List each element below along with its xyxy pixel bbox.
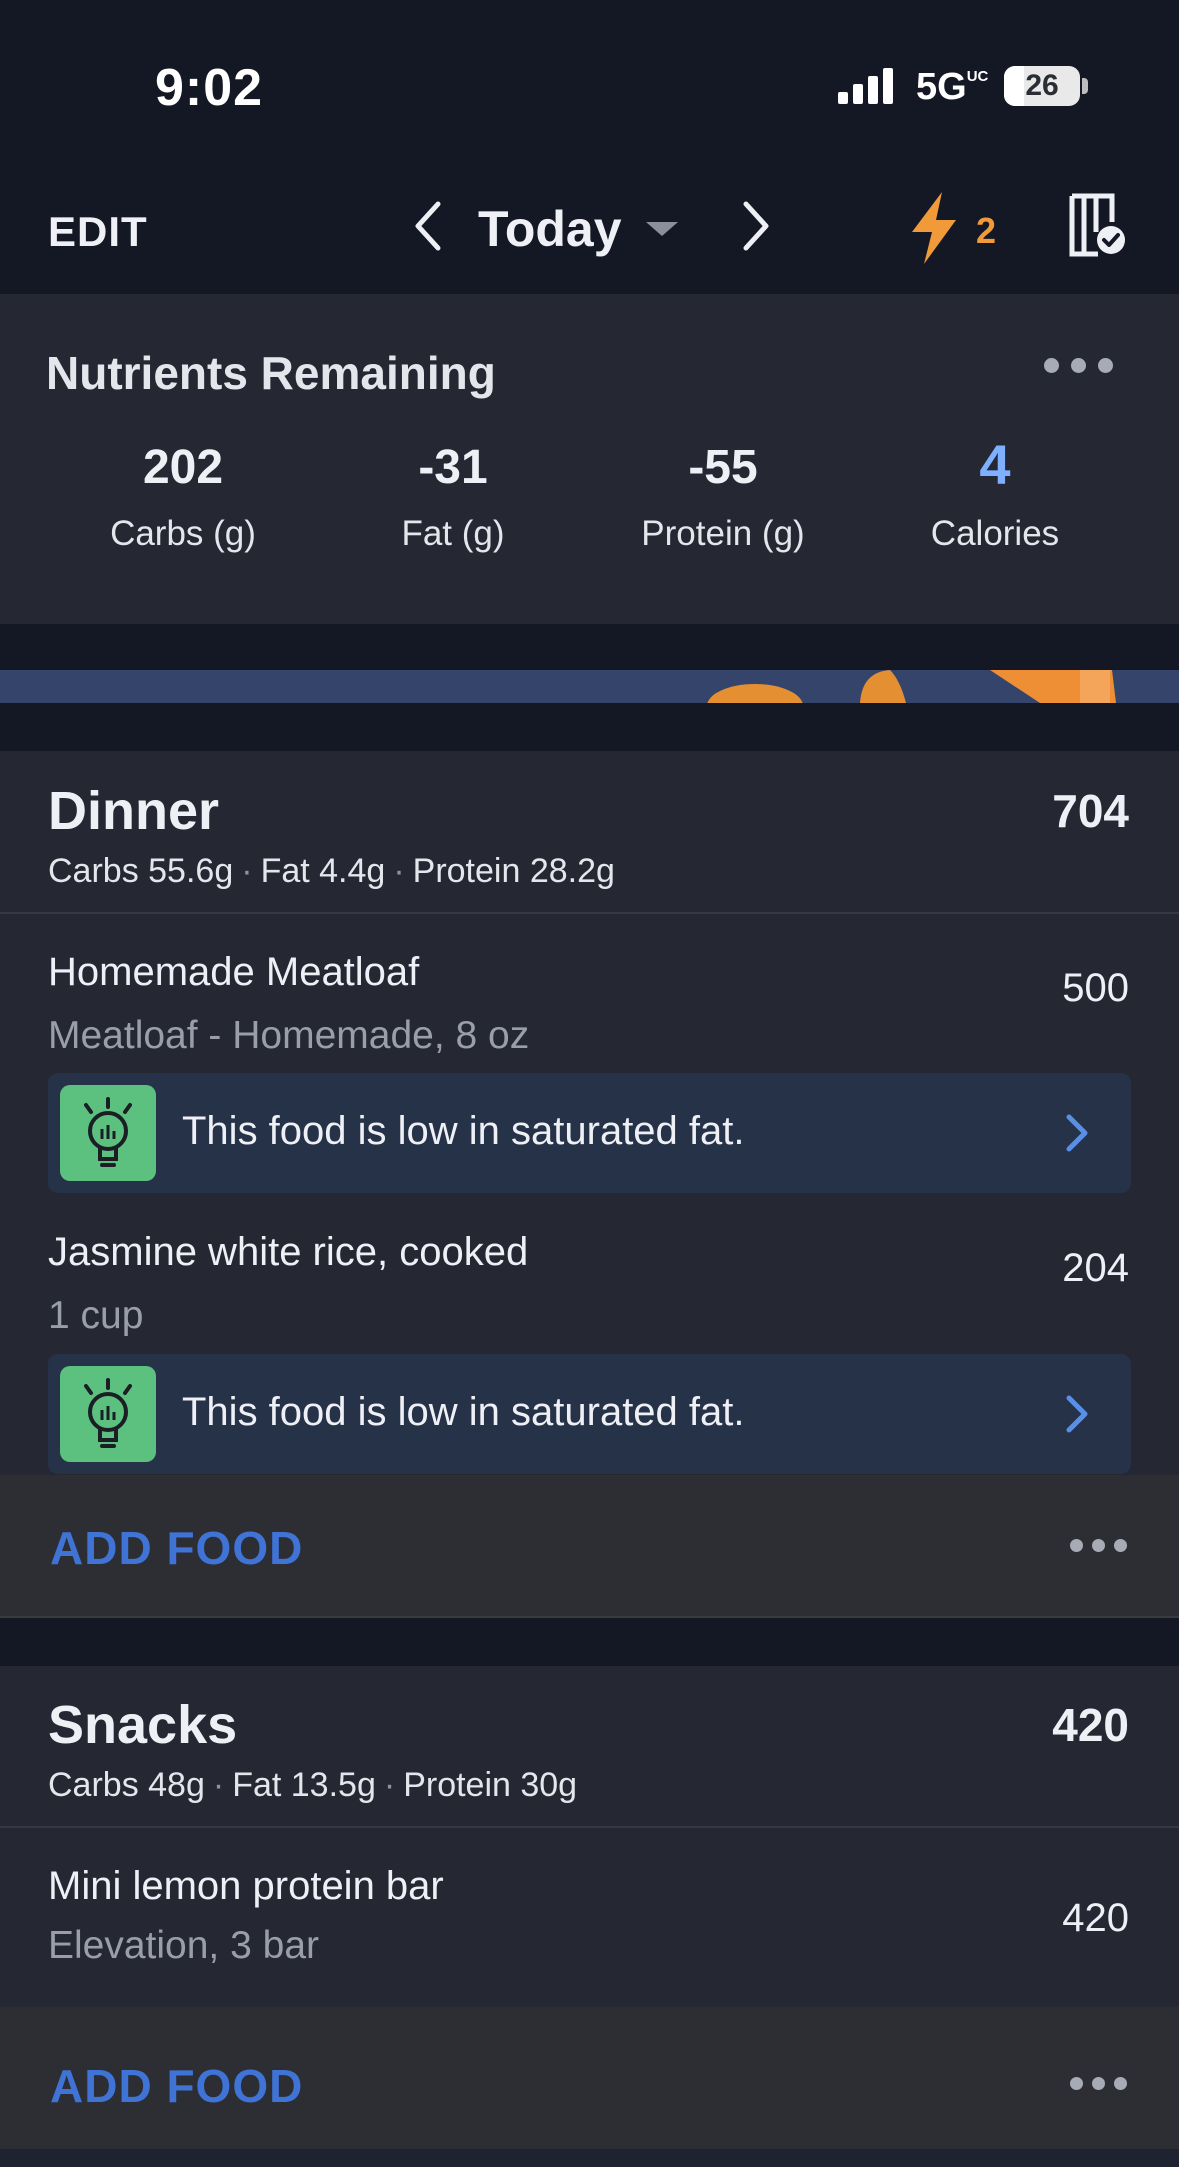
food-calories: 500 — [1062, 966, 1129, 1010]
nutrient-calories: 4 Calories — [870, 433, 1120, 554]
next-day-button[interactable] — [736, 196, 776, 261]
nutrients-title: Nutrients Remaining — [46, 347, 496, 399]
insight-tip[interactable]: This food is low in saturated fat. — [48, 1073, 1131, 1193]
chevron-right-icon — [743, 201, 769, 251]
more-options-icon[interactable] — [1044, 358, 1113, 373]
streak-count: 2 — [976, 210, 997, 251]
banner-illustration — [707, 670, 1116, 703]
macro-carbs: Carbs 48g — [48, 1766, 205, 1804]
nutrient-value: 202 — [142, 441, 224, 494]
food-item-protein-bar[interactable] — [0, 1828, 1179, 2007]
streak-button[interactable] — [906, 190, 962, 271]
meal-scan-button[interactable] — [1066, 192, 1128, 263]
promo-banner[interactable] — [0, 670, 1179, 703]
edit-button[interactable]: EDIT — [48, 208, 148, 256]
add-food-button[interactable]: ADD FOOD — [50, 1521, 303, 1575]
chevron-down-icon[interactable] — [646, 222, 678, 236]
macro-protein: Protein 30g — [403, 1766, 578, 1804]
status-time: 9:02 — [155, 59, 264, 117]
macro-protein: Protein 28.2g — [412, 852, 615, 890]
date-selector[interactable]: Today — [478, 200, 622, 258]
network-suffix: UC — [966, 68, 989, 85]
network-type: 5G — [916, 66, 967, 108]
nutrient-label: Fat (g) — [401, 514, 505, 553]
battery-icon: 26 — [1004, 66, 1080, 106]
add-food-button[interactable]: ADD FOOD — [50, 2059, 303, 2113]
macro-fat: Fat 4.4g — [260, 852, 386, 890]
meal-calories: 420 — [1052, 1699, 1129, 1751]
lightning-icon — [912, 192, 956, 264]
meal-macros: Carbs 55.6g · Fat 4.4g · Protein 28.2g — [48, 852, 615, 890]
chevron-right-icon — [1066, 1395, 1088, 1433]
battery-percent: 26 — [1025, 69, 1059, 102]
network-indicator: 5GUC — [916, 66, 989, 109]
tip-text: This food is low in saturated fat. — [182, 1390, 745, 1434]
macro-fat: Fat 13.5g — [232, 1766, 376, 1804]
tip-text: This food is low in saturated fat. — [182, 1109, 745, 1153]
battery-level — [1004, 66, 1024, 106]
food-detail: 1 cup — [48, 1294, 144, 1337]
barcode-check-icon — [1069, 193, 1125, 257]
meal-macros: Carbs 48g · Fat 13.5g · Protein 30g — [48, 1766, 578, 1804]
lightbulb-icon — [60, 1366, 156, 1462]
cellular-signal-icon — [838, 68, 893, 104]
food-item-rice[interactable] — [0, 1200, 1179, 1350]
dinner-add-food-row: ADD FOOD — [0, 1475, 1179, 1617]
food-calories: 420 — [1062, 1896, 1129, 1940]
lightbulb-icon — [60, 1085, 156, 1181]
previous-day-button[interactable] — [408, 196, 448, 261]
insight-tip[interactable]: This food is low in saturated fat. — [48, 1354, 1131, 1474]
nutrient-label: Carbs (g) — [110, 514, 256, 553]
food-name: Jasmine white rice, cooked — [48, 1230, 529, 1274]
nutrient-label: Calories — [930, 514, 1060, 553]
chevron-left-icon — [415, 201, 441, 251]
nutrient-value: -55 — [688, 441, 758, 494]
food-detail: Meatloaf - Homemade, 8 oz — [48, 1014, 530, 1057]
nutrient-protein: -55 Protein (g) — [598, 440, 848, 554]
more-options-icon[interactable] — [1070, 2077, 1127, 2090]
nutrient-carbs: 202 Carbs (g) — [58, 440, 308, 554]
meal-title: Dinner — [48, 781, 220, 841]
divider — [0, 1616, 1179, 1618]
food-detail: Elevation, 3 bar — [48, 1924, 320, 1967]
meal-calories: 704 — [1052, 785, 1129, 837]
meal-title: Snacks — [48, 1695, 238, 1755]
nutrient-label: Protein (g) — [641, 514, 805, 553]
nutrient-value: 4 — [979, 433, 1011, 496]
bottom-edge — [0, 2149, 1179, 2167]
more-options-icon[interactable] — [1070, 1539, 1127, 1552]
food-name: Homemade Meatloaf — [48, 950, 420, 994]
food-calories: 204 — [1062, 1246, 1129, 1290]
battery-cap — [1082, 78, 1088, 94]
macro-carbs: Carbs 55.6g — [48, 852, 234, 890]
nutrient-value: -31 — [418, 441, 488, 494]
chevron-right-icon — [1066, 1114, 1088, 1152]
snacks-add-food-row: ADD FOOD — [0, 2007, 1179, 2149]
food-name: Mini lemon protein bar — [48, 1864, 444, 1908]
nutrient-fat: -31 Fat (g) — [328, 440, 578, 554]
